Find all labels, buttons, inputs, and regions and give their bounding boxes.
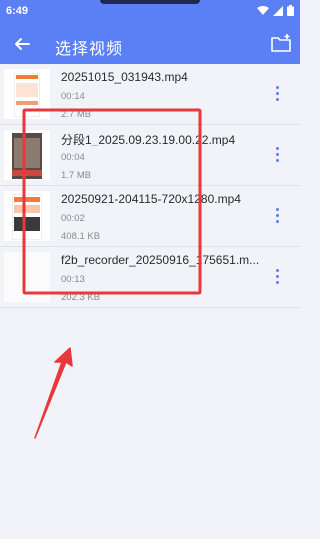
more-vert-icon[interactable] xyxy=(276,86,280,102)
status-bar: 6:49 xyxy=(0,0,300,24)
video-list: 20251015_031943.mp4 00:14 2.7 MB 分段1_202… xyxy=(0,64,300,308)
wifi-icon xyxy=(257,5,269,15)
video-duration: 00:04 xyxy=(61,152,85,163)
more-vert-icon[interactable] xyxy=(276,269,280,285)
arrow-left-icon[interactable] xyxy=(12,34,32,54)
annotation-arrow xyxy=(34,347,73,439)
video-size: 202.3 KB xyxy=(61,292,101,303)
video-thumbnail xyxy=(4,252,50,302)
video-item[interactable]: 20250921-204115-720x1280.mp4 00:02 408.1… xyxy=(0,186,300,247)
battery-icon xyxy=(287,5,294,16)
video-size: 408.1 KB xyxy=(61,231,101,242)
video-size: 1.7 MB xyxy=(61,170,92,181)
status-time: 6:49 xyxy=(6,5,29,17)
status-icons xyxy=(257,5,294,16)
video-thumbnail xyxy=(4,130,50,180)
video-name: 分段1_2025.09.23.19.00.22.mp4 xyxy=(61,133,236,146)
camera-notch xyxy=(100,0,200,4)
video-duration: 00:02 xyxy=(61,213,85,224)
video-name: 20250921-204115-720x1280.mp4 xyxy=(61,192,241,206)
video-name: 20251015_031943.mp4 xyxy=(61,70,188,84)
video-duration: 00:14 xyxy=(61,91,85,102)
signal-icon xyxy=(273,5,283,16)
video-item[interactable]: 分段1_2025.09.23.19.00.22.mp4 00:04 1.7 MB xyxy=(0,125,300,186)
video-item[interactable]: 20251015_031943.mp4 00:14 2.7 MB xyxy=(0,64,300,125)
video-item[interactable]: f2b_recorder_20250916_175651.m... 00:13 … xyxy=(0,247,300,308)
video-thumbnail xyxy=(4,191,50,241)
folder-plus-icon[interactable] xyxy=(270,33,292,55)
video-name: f2b_recorder_20250916_175651.m... xyxy=(61,253,260,267)
more-vert-icon[interactable] xyxy=(276,147,280,163)
app-bar: 选择视频 xyxy=(0,24,300,64)
page-title: 选择视频 xyxy=(55,41,124,58)
more-vert-icon[interactable] xyxy=(276,208,280,224)
video-duration: 00:13 xyxy=(61,274,85,285)
video-thumbnail xyxy=(4,69,50,119)
video-size: 2.7 MB xyxy=(61,109,92,120)
